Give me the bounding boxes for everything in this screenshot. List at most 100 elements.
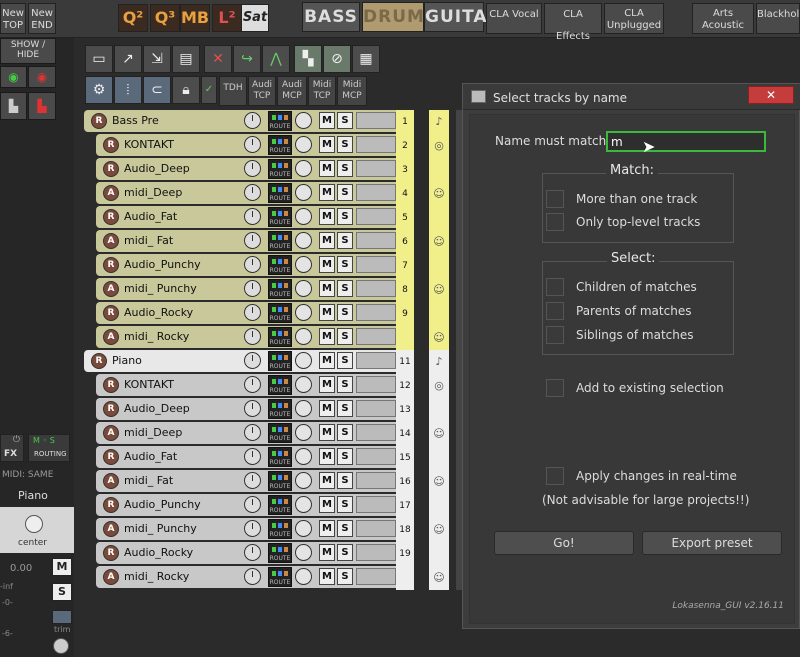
volume-knob[interactable] [244,280,261,297]
solo-button[interactable]: S [337,472,353,489]
track-row[interactable]: A midi_Deep ROUTE M S [96,182,404,204]
track-row[interactable]: R Audio_Fat ROUTE M S [96,206,404,228]
plugin-icon[interactable] [429,398,449,422]
mute-button[interactable]: M [319,520,335,537]
mute-button[interactable]: M [319,184,335,201]
folder-arrow-icon[interactable]: ♪ [429,350,449,374]
solo-button[interactable]: S [337,184,353,201]
track-number[interactable]: 4 [396,182,414,206]
plugin-icon[interactable] [429,158,449,182]
track-row[interactable]: A midi_ Rocky ROUTE M S [96,566,404,588]
pan-knob[interactable] [25,515,43,533]
folder-track-row[interactable]: R Bass Pre ROUTE M S [84,110,404,132]
link-icon[interactable]: ⊘ [323,45,351,73]
folder-end-icon[interactable]: ☺ [429,326,449,350]
volume-knob[interactable] [244,256,261,273]
preset-q3-button[interactable]: Q³ [150,4,180,32]
track-row[interactable]: A midi_ Fat ROUTE M S [96,230,404,252]
track-name[interactable]: midi_ Rocky [124,330,189,343]
meters-icon[interactable]: ⦙ [114,76,142,104]
mute-button[interactable]: M [319,472,335,489]
guitar-tab[interactable]: GUITAR [424,2,501,32]
solo-button[interactable]: S [337,424,353,441]
parents-checkbox[interactable] [546,302,564,320]
track-row[interactable]: A midi_ Rocky ROUTE M S [96,326,404,348]
mute-button[interactable]: M [319,568,335,585]
volume-knob[interactable] [244,232,261,249]
track-number[interactable] [396,326,414,350]
volume-knob[interactable] [244,304,261,321]
lock-check-icon[interactable]: ✓ [201,76,217,104]
show-eye-red-icon[interactable]: ◉ [28,66,56,88]
siblings-checkbox[interactable] [546,326,564,344]
record-arm-icon[interactable]: R [103,545,119,561]
solo-button[interactable]: S [337,232,353,249]
mute-button[interactable]: M [319,256,335,273]
route-button[interactable]: ROUTE [268,495,292,515]
plugin-icon[interactable]: ☺ [429,470,449,494]
pan-knob[interactable] [295,280,312,297]
insert-track-icon[interactable]: ⇲ [143,45,171,73]
apply-realtime-checkbox[interactable] [546,467,564,485]
blackhole-button[interactable]: Blackhol [756,3,800,34]
record-arm-icon[interactable]: R [91,113,107,129]
folder-layout-green-icon[interactable]: ▙ [0,92,27,120]
mute-button[interactable]: M [319,232,335,249]
only-top-level-checkbox[interactable] [546,213,564,231]
midi-track-icon[interactable]: A [103,233,119,249]
route-button[interactable]: ROUTE [268,303,292,323]
midi-input-label[interactable]: MIDI: SAME [2,470,53,480]
volume-knob[interactable] [244,424,261,441]
route-button[interactable]: ROUTE [268,423,292,443]
track-row[interactable]: R Audio_Deep ROUTE M S [96,398,404,420]
preset-l2-button[interactable]: L² [212,4,242,32]
route-arrow-icon[interactable]: ↪ [233,45,261,73]
new-end-button[interactable]: New END [28,3,56,34]
track-name[interactable]: midi_ Fat [124,234,173,247]
midi-track-icon[interactable]: A [103,185,119,201]
route-button[interactable]: ROUTE [268,207,292,227]
plugin-icon[interactable]: ☺ [429,278,449,302]
track-number[interactable]: 13 [396,398,414,422]
name-match-input[interactable] [606,131,766,152]
route-button[interactable]: ROUTE [268,135,292,155]
midi-track-icon[interactable]: A [103,329,119,345]
split-icon[interactable]: ▚ [294,45,322,73]
plugin-icon[interactable] [429,446,449,470]
add-existing-checkbox[interactable] [546,379,564,397]
solo-button[interactable]: S [337,496,353,513]
volume-knob[interactable] [244,520,261,537]
magnet-icon[interactable]: ⊂ [143,76,171,104]
route-button[interactable]: ROUTE [268,279,292,299]
close-button[interactable]: ✕ [748,86,794,104]
track-name[interactable]: Audio_Deep [124,402,190,415]
volume-knob[interactable] [244,184,261,201]
folder-arrow-icon[interactable]: ♪ [429,110,449,134]
plugin-icon[interactable] [429,542,449,566]
track-row[interactable]: R Audio_Rocky ROUTE M S [96,542,404,564]
plugin-icon[interactable]: ◎ [429,374,449,398]
solo-button[interactable]: S [337,208,353,225]
mute-button[interactable]: M [319,304,335,321]
track-name[interactable]: Audio_Punchy [124,498,201,511]
track-name[interactable]: Piano [112,354,142,367]
track-number[interactable]: 3 [396,158,414,182]
solo-button[interactable]: S [337,448,353,465]
track-row[interactable]: A midi_ Fat ROUTE M S [96,470,404,492]
plugin-icon[interactable] [429,254,449,278]
plugin-icon[interactable]: ☺ [429,518,449,542]
volume-knob[interactable] [244,544,261,561]
mute-button[interactable]: M [319,424,335,441]
record-arm-icon[interactable]: R [103,497,119,513]
mixer-mute-button[interactable]: M [52,558,72,576]
track-number[interactable] [396,566,414,590]
mute-button[interactable]: M [319,400,335,417]
solo-button[interactable]: S [337,520,353,537]
go-button[interactable]: Go! [494,531,634,555]
mute-button[interactable]: M [319,112,335,129]
pan-knob[interactable] [295,352,312,369]
tuning-icon[interactable]: ⋀ [262,45,290,73]
cla-effects-button[interactable]: CLA Effects [544,3,602,42]
track-number[interactable]: 11 [396,350,414,374]
track-name[interactable]: Audio_Rocky [124,306,193,319]
